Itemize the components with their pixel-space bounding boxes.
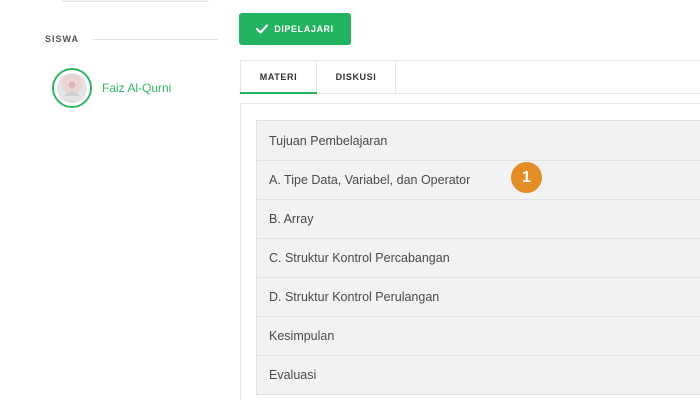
user-photo-icon	[65, 81, 79, 96]
material-item-evaluasi[interactable]: Evaluasi	[257, 355, 700, 394]
tab-diskusi[interactable]: DISKUSI	[317, 61, 396, 93]
mark-learned-label: DIPELAJARI	[274, 24, 334, 34]
material-list: Tujuan Pembelajaran A. Tipe Data, Variab…	[256, 120, 700, 395]
student-item[interactable]: Faiz Al-Qurni	[52, 68, 218, 108]
content-tabs: MATERI DISKUSI	[240, 60, 700, 94]
materi-panel: Tujuan Pembelajaran A. Tipe Data, Variab…	[240, 103, 700, 400]
material-item-array[interactable]: B. Array	[257, 199, 700, 238]
sidebar-top-card	[60, 0, 210, 2]
material-item-tipe-data[interactable]: A. Tipe Data, Variabel, dan Operator	[257, 160, 700, 199]
material-item-percabangan[interactable]: C. Struktur Kontrol Percabangan	[257, 238, 700, 277]
check-icon	[256, 24, 269, 34]
material-item-kesimpulan[interactable]: Kesimpulan	[257, 316, 700, 355]
tab-diskusi-label: DISKUSI	[335, 72, 377, 82]
step-number-badge: 1	[511, 162, 542, 193]
sidebar-heading-row: SISWA	[45, 34, 218, 44]
sidebar-students-section: SISWA Faiz Al-Qurni	[45, 34, 218, 108]
sidebar-divider	[93, 38, 218, 40]
mark-learned-button[interactable]: DIPELAJARI	[239, 13, 351, 45]
avatar[interactable]	[52, 68, 92, 108]
student-name-link[interactable]: Faiz Al-Qurni	[102, 81, 171, 95]
tab-materi-label: MATERI	[259, 72, 298, 82]
page: SISWA Faiz Al-Qurni DIPELAJARI MATERI DI…	[0, 0, 700, 400]
sidebar-heading: SISWA	[45, 34, 80, 44]
tab-materi[interactable]: MATERI	[240, 61, 317, 94]
avatar-image	[57, 73, 87, 103]
material-item-perulangan[interactable]: D. Struktur Kontrol Perulangan	[257, 277, 700, 316]
material-item-tujuan[interactable]: Tujuan Pembelajaran	[257, 121, 700, 160]
